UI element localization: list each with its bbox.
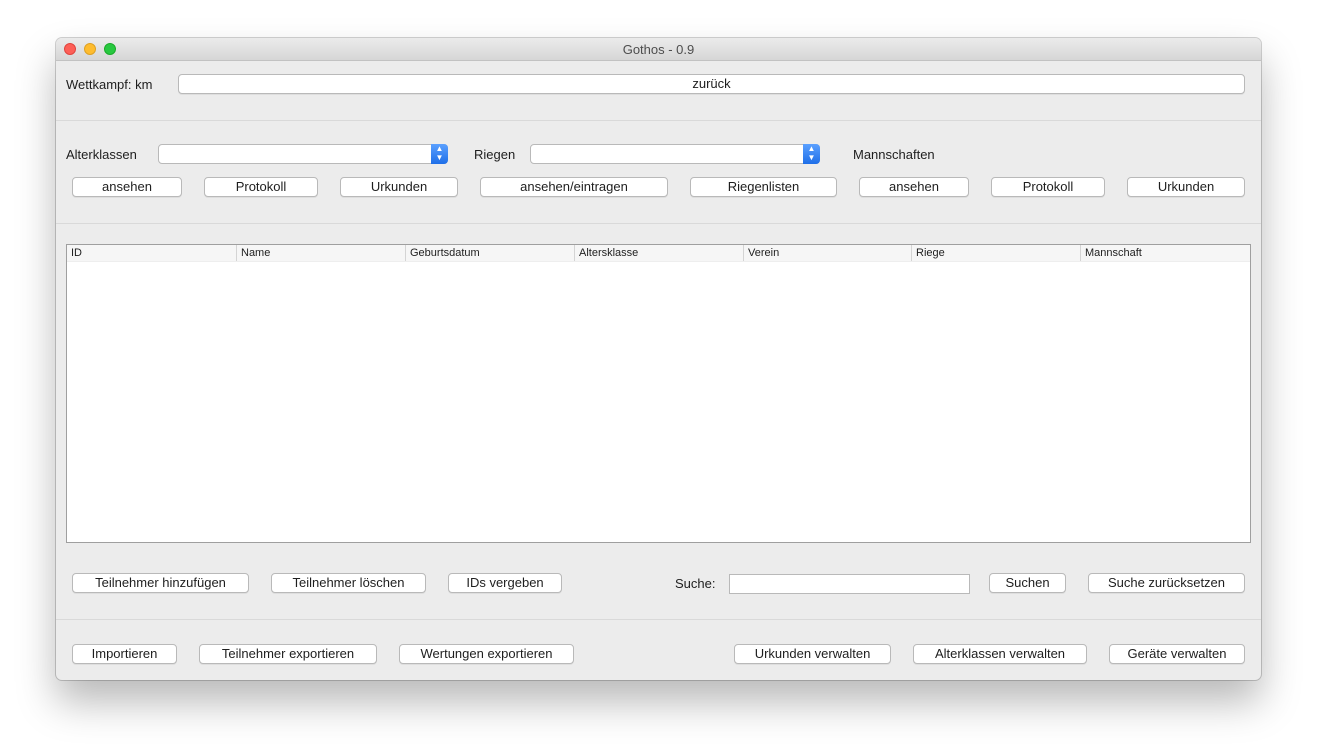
separator-bottom [56, 619, 1261, 620]
delete-participant-button[interactable]: Teilnehmer löschen [271, 573, 426, 593]
search-input[interactable] [729, 574, 970, 594]
updown-chevron-icon: ▲ ▼ [803, 144, 820, 164]
alterklassen-urkunden-button[interactable]: Urkunden [340, 177, 458, 197]
separator-middle [56, 223, 1261, 224]
column-header-riege[interactable]: Riege [911, 245, 1080, 261]
back-button[interactable]: zurück [178, 74, 1245, 94]
mannschaften-protokoll-button[interactable]: Protokoll [991, 177, 1105, 197]
separator-top [56, 120, 1261, 121]
riegen-ansehen-eintragen-button[interactable]: ansehen/eintragen [480, 177, 668, 197]
riegenlisten-button[interactable]: Riegenlisten [690, 177, 837, 197]
mannschaften-ansehen-button[interactable]: ansehen [859, 177, 969, 197]
manage-certificates-button[interactable]: Urkunden verwalten [734, 644, 891, 664]
search-button[interactable]: Suchen [989, 573, 1066, 593]
reset-search-button[interactable]: Suche zurücksetzen [1088, 573, 1245, 593]
add-participant-button[interactable]: Teilnehmer hinzufügen [72, 573, 249, 593]
alterklassen-select[interactable]: ▲ ▼ [158, 144, 448, 164]
updown-chevron-icon: ▲ ▼ [431, 144, 448, 164]
column-header-id[interactable]: ID [67, 245, 236, 261]
manage-devices-button[interactable]: Geräte verwalten [1109, 644, 1245, 664]
mannschaften-label: Mannschaften [853, 147, 935, 162]
app-window: Gothos - 0.9 Wettkampf: km zurück Alterk… [56, 38, 1261, 680]
import-button[interactable]: Importieren [72, 644, 177, 664]
export-scores-button[interactable]: Wertungen exportieren [399, 644, 574, 664]
export-participants-button[interactable]: Teilnehmer exportieren [199, 644, 377, 664]
mannschaften-urkunden-button[interactable]: Urkunden [1127, 177, 1245, 197]
alterklassen-label: Alterklassen [66, 147, 137, 162]
alterklassen-ansehen-button[interactable]: ansehen [72, 177, 182, 197]
main-content: Wettkampf: km zurück Alterklassen ▲ ▼ Rie… [56, 61, 1261, 680]
manage-ageclasses-button[interactable]: Alterklassen verwalten [913, 644, 1087, 664]
table-header: ID Name Geburtsdatum Altersklasse Verein… [67, 245, 1250, 262]
column-header-geburtsdatum[interactable]: Geburtsdatum [405, 245, 574, 261]
riegen-label: Riegen [474, 147, 516, 162]
alterklassen-protokoll-button[interactable]: Protokoll [204, 177, 318, 197]
column-header-name[interactable]: Name [236, 245, 405, 261]
search-label: Suche: [675, 576, 716, 591]
title-bar: Gothos - 0.9 [56, 38, 1261, 61]
column-header-altersklasse[interactable]: Altersklasse [574, 245, 743, 261]
column-header-mannschaft[interactable]: Mannschaft [1080, 245, 1250, 261]
riegen-select[interactable]: ▲ ▼ [530, 144, 820, 164]
wettkampf-label: Wettkampf: km [66, 77, 153, 92]
assign-ids-button[interactable]: IDs vergeben [448, 573, 562, 593]
column-header-verein[interactable]: Verein [743, 245, 911, 261]
participants-table[interactable]: ID Name Geburtsdatum Altersklasse Verein… [66, 244, 1251, 543]
window-title: Gothos - 0.9 [622, 42, 695, 57]
